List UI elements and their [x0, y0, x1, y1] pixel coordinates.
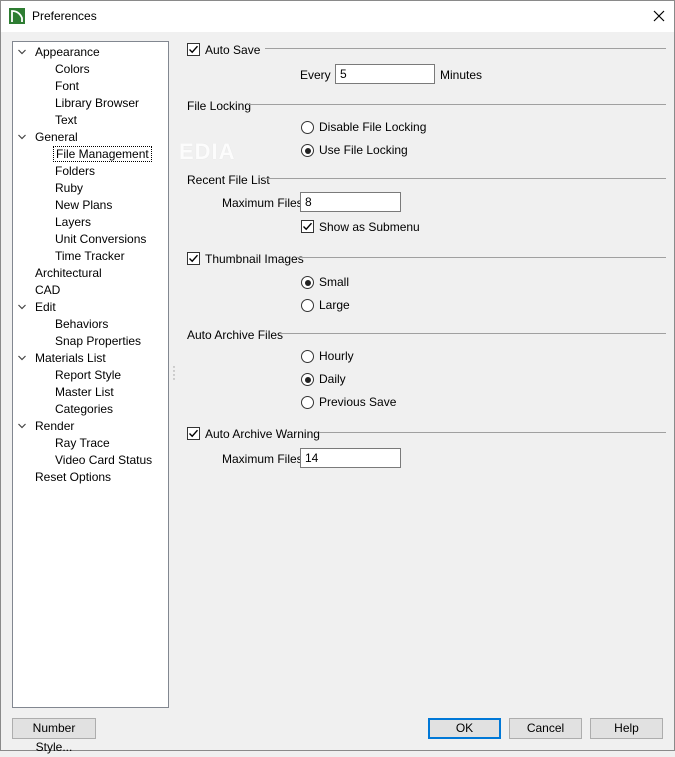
close-button[interactable] — [644, 1, 674, 31]
auto-save-divider — [265, 48, 666, 49]
tree-item-render[interactable]: Render — [33, 418, 76, 434]
archive-max-files-label: Maximum Files: — [222, 452, 307, 466]
checkmark-icon — [189, 429, 199, 438]
archive-previous-save-radio[interactable] — [301, 396, 314, 409]
checkmark-icon — [189, 45, 199, 54]
checkmark-icon — [303, 222, 313, 231]
file-locking-title: File Locking — [187, 99, 252, 113]
tree-item-ruby[interactable]: Ruby — [53, 180, 85, 196]
autosave-minutes-input[interactable]: 5 — [335, 64, 435, 84]
number-style-button[interactable]: Number Style... — [12, 718, 96, 754]
chevron-down-icon[interactable] — [17, 302, 27, 312]
tree-item-categories[interactable]: Categories — [53, 401, 115, 417]
tree-item-reset-options[interactable]: Reset Options — [33, 469, 113, 485]
archive-daily-radio[interactable] — [301, 373, 314, 386]
close-icon — [653, 10, 665, 22]
tree-item-architectural[interactable]: Architectural — [33, 265, 104, 281]
thumbnail-large-radio[interactable] — [301, 299, 314, 312]
splitter-grip-icon[interactable] — [173, 365, 175, 383]
chevron-down-icon[interactable] — [17, 47, 27, 57]
thumbnail-large-label: Large — [319, 298, 350, 312]
tree-item-appearance[interactable]: Appearance — [33, 44, 102, 60]
tree-item-report-style[interactable]: Report Style — [53, 367, 123, 383]
tree-item-font[interactable]: Font — [53, 78, 81, 94]
app-logo-icon — [9, 8, 25, 24]
preferences-dialog: Preferences Appearance Colors Font Library … — [0, 0, 675, 754]
auto-archive-warning-checkbox[interactable] — [187, 427, 200, 440]
disable-file-locking-radio[interactable] — [301, 121, 314, 134]
use-file-locking-radio[interactable] — [301, 144, 314, 157]
disable-file-locking-label: Disable File Locking — [319, 120, 427, 134]
every-label: Every — [300, 68, 331, 82]
tree-item-behaviors[interactable]: Behaviors — [53, 316, 110, 332]
archive-max-files-input[interactable]: 14 — [300, 448, 401, 468]
auto-save-label: Auto Save — [205, 43, 261, 57]
tree-item-folders[interactable]: Folders — [53, 163, 97, 179]
archive-hourly-label: Hourly — [319, 349, 354, 363]
recent-file-list-divider — [264, 178, 666, 179]
show-as-submenu-label: Show as Submenu — [319, 220, 420, 234]
auto-archive-title: Auto Archive Files — [187, 328, 284, 342]
auto-archive-warning-label: Auto Archive Warning — [205, 427, 320, 441]
tree-item-master-list[interactable]: Master List — [53, 384, 116, 400]
chevron-down-icon[interactable] — [17, 353, 27, 363]
tree-item-library-browser[interactable]: Library Browser — [53, 95, 141, 111]
use-file-locking-label: Use File Locking — [319, 143, 408, 157]
help-button[interactable]: Help — [590, 718, 663, 739]
recent-max-files-input[interactable]: 8 — [300, 192, 401, 212]
checkmark-icon — [189, 254, 199, 263]
tree-item-materials-list[interactable]: Materials List — [33, 350, 108, 366]
window-title: Preferences — [32, 9, 97, 23]
tree-item-video-card-status[interactable]: Video Card Status — [53, 452, 154, 468]
thumbnail-images-label: Thumbnail Images — [205, 252, 304, 266]
auto-archive-warning-divider — [319, 432, 666, 433]
tree-item-unit-conversions[interactable]: Unit Conversions — [53, 231, 148, 247]
tree-item-ray-trace[interactable]: Ray Trace — [53, 435, 112, 451]
chevron-down-icon[interactable] — [17, 132, 27, 142]
show-as-submenu-checkbox[interactable] — [301, 220, 314, 233]
tree-item-text[interactable]: Text — [53, 112, 79, 128]
tree-item-colors[interactable]: Colors — [53, 61, 92, 77]
tree-item-layers[interactable]: Layers — [53, 214, 93, 230]
auto-archive-divider — [279, 333, 666, 334]
thumbnail-images-divider — [297, 257, 666, 258]
recent-file-list-title: Recent File List — [187, 173, 270, 187]
auto-save-checkbox[interactable] — [187, 43, 200, 56]
tree-item-cad[interactable]: CAD — [33, 282, 62, 298]
ok-button[interactable]: OK — [428, 718, 501, 739]
archive-daily-label: Daily — [319, 372, 346, 386]
category-tree[interactable]: Appearance Colors Font Library Browser Text G… — [12, 41, 169, 708]
tree-item-time-tracker[interactable]: Time Tracker — [53, 248, 127, 264]
file-locking-divider — [249, 104, 666, 105]
tree-item-file-management[interactable]: File Management — [53, 146, 152, 162]
title-bar: Preferences — [1, 1, 674, 32]
watermark: EDIA — [179, 139, 236, 164]
tree-item-new-plans[interactable]: New Plans — [53, 197, 114, 213]
thumbnail-small-label: Small — [319, 275, 350, 289]
tree-item-edit[interactable]: Edit — [33, 299, 58, 315]
archive-hourly-radio[interactable] — [301, 350, 314, 363]
archive-previous-save-label: Previous Save — [319, 395, 397, 409]
chevron-down-icon[interactable] — [17, 421, 27, 431]
thumbnail-small-radio[interactable] — [301, 276, 314, 289]
cancel-button[interactable]: Cancel — [509, 718, 582, 739]
thumbnail-images-checkbox[interactable] — [187, 252, 200, 265]
recent-max-files-label: Maximum Files: — [222, 196, 307, 210]
tree-item-general[interactable]: General — [33, 129, 80, 145]
minutes-label: Minutes — [440, 68, 483, 82]
tree-item-snap-properties[interactable]: Snap Properties — [53, 333, 143, 349]
